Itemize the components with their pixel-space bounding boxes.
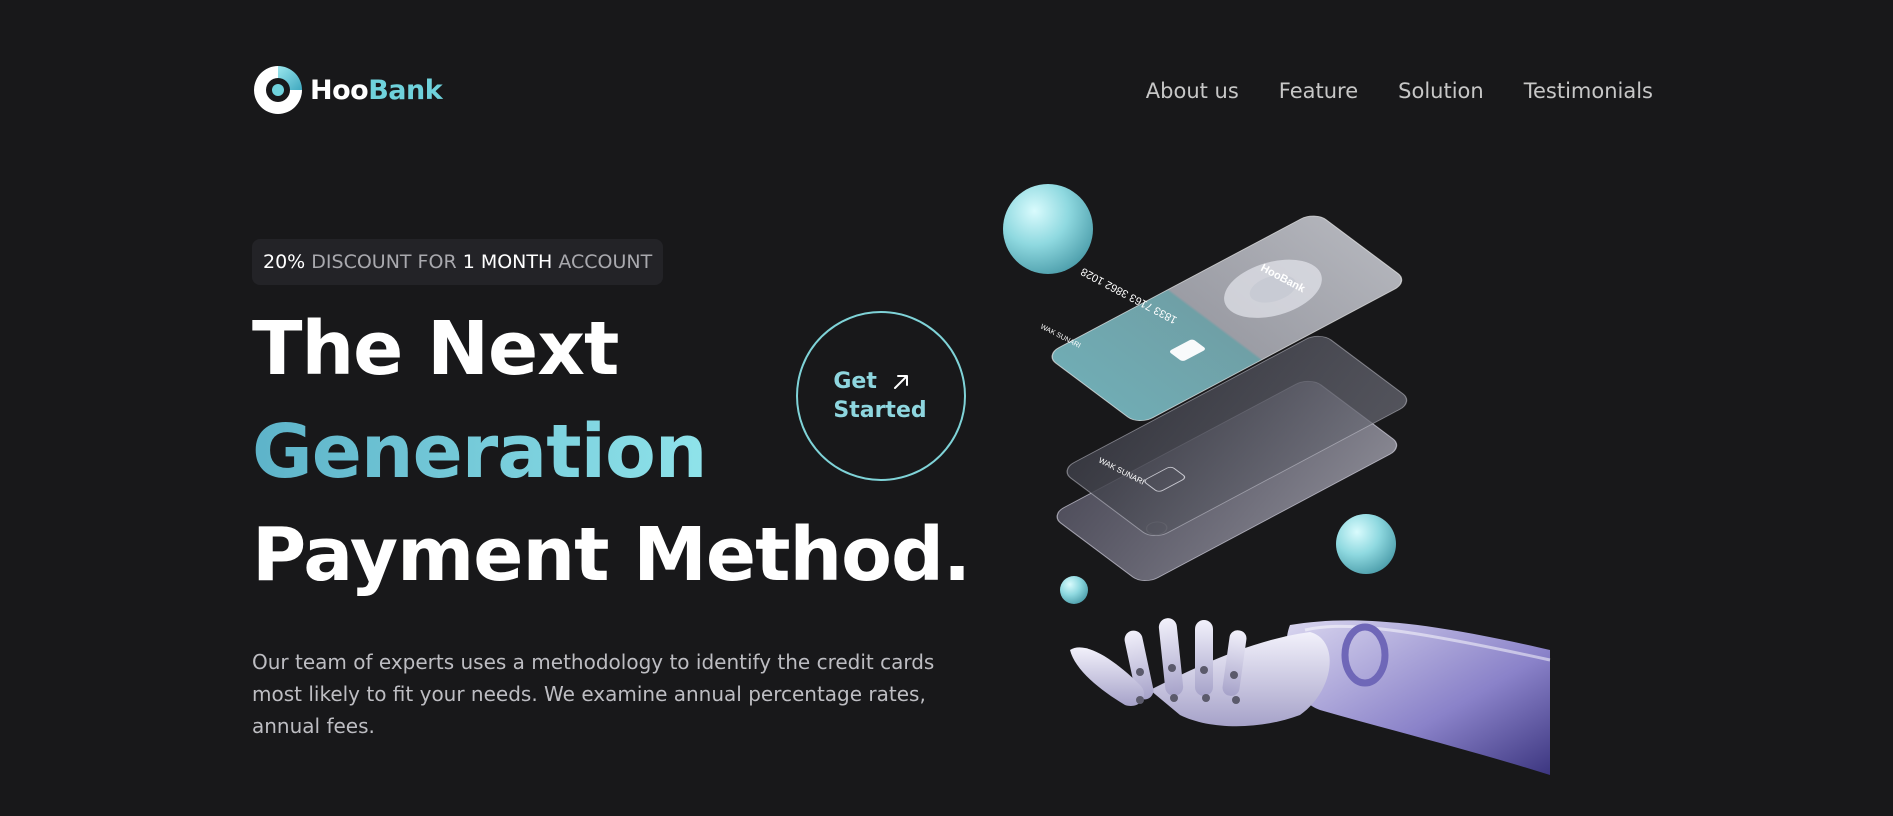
nav-item-about-us[interactable]: About us [1146, 78, 1239, 104]
get-started-line-2: Started [833, 398, 927, 423]
arrow-up-right-icon [893, 374, 908, 389]
card-holder-text: WAK SUNARI [1039, 324, 1082, 350]
badge-percent: 20% [263, 251, 306, 273]
logo-wordmark: HooBank [310, 74, 443, 106]
get-started-label: Get Started [833, 367, 926, 425]
nav-item-solution[interactable]: Solution [1398, 78, 1484, 104]
logo-text-part2: Bank [368, 74, 443, 106]
nav-item-testimonials[interactable]: Testimonials [1524, 78, 1653, 104]
badge-text-2: ACCOUNT [552, 251, 653, 273]
hero-description: Our team of experts uses a methodology t… [252, 650, 935, 738]
headline-line-3: Payment Method. [252, 512, 971, 598]
badge-period: 1 MONTH [462, 251, 553, 273]
robot-hand [1070, 618, 1551, 775]
discount-badge: 20% DISCOUNT FOR 1 MONTH ACCOUNT [252, 239, 664, 285]
hero-illustration: WAK SUNARI 1833 7163 3862 1028 WAK SUNAR… [1003, 184, 1551, 775]
headline-line-2: Generation [252, 409, 707, 495]
badge-text-1: DISCOUNT FOR [305, 251, 463, 273]
headline-line-1: The Next [252, 306, 619, 392]
sphere-right [1336, 514, 1396, 574]
sphere-large [1003, 184, 1093, 274]
main-nav: About us Feature Solution Testimonials [1146, 78, 1653, 104]
get-started-line-1: Get [833, 369, 877, 394]
nav-item-feature[interactable]: Feature [1279, 78, 1358, 104]
logo-text-part1: Hoo [310, 74, 369, 106]
get-started-row: Get [833, 367, 926, 396]
logo[interactable]: HooBank [252, 64, 443, 116]
get-started-button[interactable]: Get Started [796, 311, 966, 481]
hoobank-logo-icon [254, 66, 302, 114]
sphere-small [1060, 576, 1088, 604]
